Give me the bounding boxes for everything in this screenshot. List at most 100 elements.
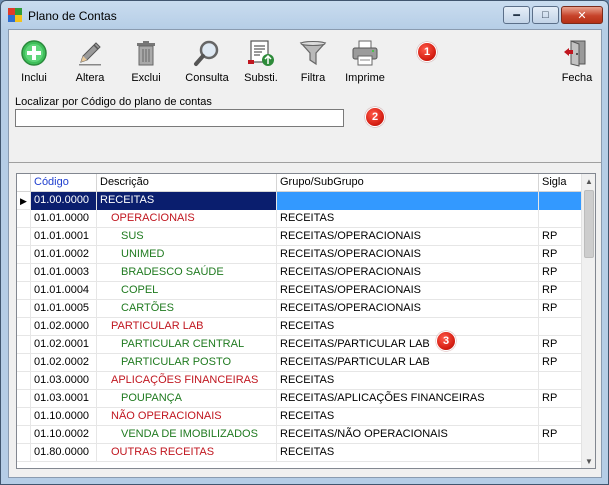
table-row[interactable]: 01.01.0002 UNIMED RECEITAS/OPERACIONAIS RP	[17, 246, 583, 264]
search-input[interactable]	[15, 109, 344, 127]
inclui-button[interactable]: Inclui	[13, 38, 55, 88]
table-row[interactable]: 01.02.0000 PARTICULAR LAB RECEITAS	[17, 318, 583, 336]
scroll-thumb[interactable]	[584, 190, 594, 258]
cell-descricao-text: VENDA DE IMOBILIZADOS	[121, 428, 258, 440]
table-row[interactable]: 01.10.0000 NÃO OPERACIONAIS RECEITAS	[17, 408, 583, 426]
scroll-down-icon[interactable]: ▼	[582, 454, 595, 468]
row-indicator	[17, 336, 31, 354]
cell-codigo-text: 01.10.0000	[34, 410, 90, 422]
app-icon	[8, 8, 22, 22]
cell-grupo-text: RECEITAS/OPERACIONAIS	[280, 302, 421, 314]
cell-grupo-text: RECEITAS	[280, 410, 335, 422]
maximize-icon: □	[542, 9, 549, 21]
header-grupo[interactable]: Grupo/SubGrupo	[277, 174, 539, 192]
cell-descricao: COPEL	[97, 282, 277, 300]
accounts-grid[interactable]: Código Descrição Grupo/SubGrupo Sigla ▶ 0…	[16, 173, 596, 469]
cell-sigla	[539, 192, 583, 210]
fecha-button[interactable]: Fecha	[557, 38, 597, 88]
cell-grupo-text: RECEITAS/OPERACIONAIS	[280, 266, 421, 278]
cell-sigla: RP	[539, 264, 583, 282]
marker-1: 1	[417, 42, 437, 62]
cell-sigla	[539, 444, 583, 462]
table-row[interactable]: ▶ 01.00.0000 RECEITAS	[17, 192, 583, 210]
row-indicator: ▶	[17, 192, 31, 210]
cell-grupo: RECEITAS/OPERACIONAIS	[277, 228, 539, 246]
cell-descricao-text: NÃO OPERACIONAIS	[111, 410, 222, 422]
client-area: Inclui Altera Exclui Consulta Substi. Fi…	[8, 29, 602, 478]
header-codigo[interactable]: Código	[31, 174, 97, 192]
cell-codigo-text: 01.01.0001	[34, 230, 90, 242]
table-row[interactable]: 01.10.0002 VENDA DE IMOBILIZADOS RECEITAS/…	[17, 426, 583, 444]
cell-codigo-text: 01.01.0002	[34, 248, 90, 260]
cell-grupo: RECEITAS/PARTICULAR LAB	[277, 354, 539, 372]
row-indicator	[17, 300, 31, 318]
cell-descricao-text: UNIMED	[121, 248, 165, 260]
table-row[interactable]: 01.01.0004 COPEL RECEITAS/OPERACIONAIS RP	[17, 282, 583, 300]
cell-codigo-text: 01.01.0004	[34, 284, 90, 296]
cell-descricao-text: PARTICULAR LAB	[111, 320, 204, 332]
magnifier-icon	[194, 40, 219, 66]
exclui-button[interactable]: Exclui	[125, 38, 167, 88]
header-sigla[interactable]: Sigla	[539, 174, 583, 192]
table-row[interactable]: 01.03.0001 POUPANÇA RECEITAS/APLICAÇÕES FI…	[17, 390, 583, 408]
filtra-button[interactable]: Filtra	[295, 38, 331, 88]
table-row[interactable]: 01.01.0001 SUS RECEITAS/OPERACIONAIS RP	[17, 228, 583, 246]
printer-icon	[352, 40, 378, 66]
table-row[interactable]: 01.02.0002 PARTICULAR POSTO RECEITAS/PARTI…	[17, 354, 583, 372]
row-indicator	[17, 264, 31, 282]
cell-grupo-text: RECEITAS/OPERACIONAIS	[280, 248, 421, 260]
altera-button[interactable]: Altera	[69, 38, 111, 88]
scroll-up-icon[interactable]: ▲	[582, 174, 595, 188]
header-descricao[interactable]: Descrição	[97, 174, 277, 192]
imprime-button[interactable]: Imprime	[343, 38, 387, 88]
table-row[interactable]: 01.03.0000 APLICAÇÕES FINANCEIRAS RECEITAS	[17, 372, 583, 390]
imprime-label: Imprime	[345, 72, 385, 84]
close-icon: ✕	[577, 9, 587, 22]
cell-sigla: RP	[539, 246, 583, 264]
window-controls: ━ □ ✕	[503, 6, 603, 24]
toolbar: Inclui Altera Exclui Consulta Substi. Fi…	[9, 30, 601, 90]
cell-grupo: RECEITAS/PARTICULAR LAB	[277, 336, 539, 354]
main-window: Plano de Contas ━ □ ✕ Inclui Altera Excl…	[0, 0, 609, 485]
current-row-arrow-icon: ▶	[20, 195, 27, 206]
table-row[interactable]: 01.80.0000 OUTRAS RECEITAS RECEITAS	[17, 444, 583, 462]
vertical-scrollbar[interactable]: ▲ ▼	[581, 174, 595, 468]
cell-codigo-text: 01.10.0002	[34, 428, 90, 440]
cell-descricao: PARTICULAR CENTRAL	[97, 336, 277, 354]
table-row[interactable]: 01.01.0000 OPERACIONAIS RECEITAS	[17, 210, 583, 228]
exit-door-icon	[564, 40, 586, 67]
marker-2: 2	[365, 107, 385, 127]
cell-sigla: RP	[539, 300, 583, 318]
minimize-button[interactable]: ━	[503, 6, 530, 24]
substi-button[interactable]: Substi.	[241, 38, 281, 88]
cell-sigla-text: RP	[542, 284, 558, 296]
cell-descricao-text: OPERACIONAIS	[111, 212, 195, 224]
cell-descricao-text: OUTRAS RECEITAS	[111, 446, 215, 458]
cell-sigla-text: RP	[542, 248, 558, 260]
row-indicator	[17, 426, 31, 444]
consulta-button[interactable]: Consulta	[183, 38, 231, 88]
table-row[interactable]: 01.01.0005 CARTÕES RECEITAS/OPERACIONAIS RP	[17, 300, 583, 318]
cell-sigla-text: RP	[542, 302, 558, 314]
cell-sigla: RP	[539, 390, 583, 408]
row-indicator	[17, 408, 31, 426]
close-button[interactable]: ✕	[561, 6, 603, 24]
cell-descricao-text: PARTICULAR POSTO	[121, 356, 232, 368]
title-bar[interactable]: Plano de Contas ━ □ ✕	[1, 1, 608, 29]
cell-grupo: RECEITAS/OPERACIONAIS	[277, 300, 539, 318]
table-row[interactable]: 01.02.0001 PARTICULAR CENTRAL RECEITAS/PAR…	[17, 336, 583, 354]
search-label: Localizar por Código do plano de contas	[15, 96, 212, 108]
maximize-button[interactable]: □	[532, 6, 559, 24]
cell-codigo-text: 01.00.0000	[34, 194, 90, 206]
grid-rows: ▶ 01.00.0000 RECEITAS 01.01.0000 OPERACIONAI…	[17, 192, 583, 462]
cell-codigo-text: 01.01.0005	[34, 302, 90, 314]
cell-codigo: 01.03.0000	[31, 372, 97, 390]
row-indicator	[17, 210, 31, 228]
cell-descricao-text: POUPANÇA	[121, 392, 182, 404]
cell-grupo-text: RECEITAS/APLICAÇÕES FINANCEIRAS	[280, 392, 485, 404]
cell-descricao-text: RECEITAS	[100, 194, 155, 206]
cell-grupo: RECEITAS/OPERACIONAIS	[277, 246, 539, 264]
table-row[interactable]: 01.01.0003 BRADESCO SAÚDE RECEITAS/OPERACI…	[17, 264, 583, 282]
cell-grupo-text: RECEITAS/NÃO OPERACIONAIS	[280, 428, 448, 440]
cell-codigo-text: 01.80.0000	[34, 446, 90, 458]
